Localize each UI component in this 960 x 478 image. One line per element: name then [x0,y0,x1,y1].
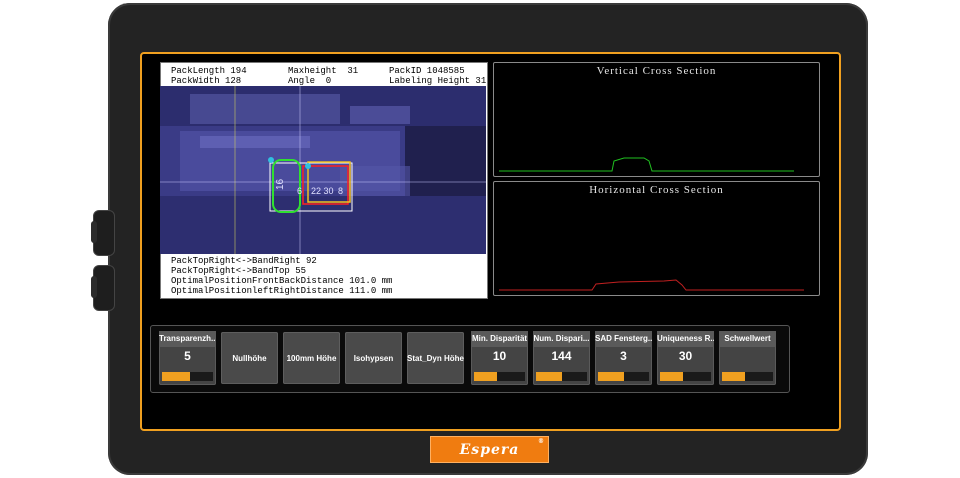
info-line-1: PackTopRight<->BandRight 92 [171,256,317,266]
100mm-hoehe-button[interactable]: 100mm Höhe [283,332,340,384]
overlay-orange: 8 [338,186,343,196]
slider-fill [536,372,562,381]
brand-logo-text: Espera [459,441,520,458]
isohypsen-button[interactable]: Isohypsen [345,332,402,384]
slider-label: Schwellwert [719,331,776,347]
slider-fill [474,372,497,381]
nullhoehe-button[interactable]: Nullhöhe [221,332,278,384]
slider-value: 5 [184,349,191,363]
registered-mark: ® [538,438,545,445]
info-line-3: OptimalPositionFrontBackDistance 101.0 m… [171,276,393,286]
overlay-red: 22 30 [311,186,334,196]
pack-id: PackID 1048585 [389,66,465,76]
slider-min-disparitaet[interactable]: Min. Disparität 10 [471,331,528,385]
pack-width: PackWidth 128 [171,76,242,86]
slider-track[interactable] [660,372,711,381]
info-line-2: PackTopRight<->BandTop 55 [171,266,307,276]
slider-label: SAD Fensterg... [595,331,652,347]
slider-fill [722,372,745,381]
slider-sad-fenster[interactable]: SAD Fensterg... 3 [595,331,652,385]
camera-image: 16 6 22 30 8 [160,86,486,254]
slider-fill [598,372,624,381]
slider-track[interactable] [474,372,525,381]
slider-label: Uniqueness R... [657,331,714,347]
slider-schwellwert[interactable]: Schwellwert [719,331,776,385]
camera-view[interactable]: 16 6 22 30 8 [160,86,486,254]
slider-label: Transparenzh... [159,331,216,347]
slider-track[interactable] [162,372,213,381]
slider-track[interactable] [598,372,649,381]
horizontal-cross-section-graph: Horizontal Cross Section [493,181,820,296]
vertical-cross-section-graph: Vertical Cross Section [493,62,820,177]
slider-num-disparitaet[interactable]: Num. Dispari... 144 [533,331,590,385]
overlay-green-a: 16 [275,178,286,190]
slider-label: Min. Disparität [471,331,528,347]
slider-track[interactable] [536,372,587,381]
connector-knob-bottom [91,265,115,311]
slider-fill [162,372,191,381]
slider-value: 144 [551,349,572,363]
slider-track[interactable] [722,372,773,381]
horizontal-profile [499,279,804,291]
slider-value: 10 [492,349,507,363]
slider-label: Num. Dispari... [533,331,590,347]
connector-knob-top [91,210,115,256]
slider-value: 30 [678,349,693,363]
vertical-profile [499,157,794,172]
labeling-height: Labeling Height 31 [389,76,487,86]
max-height: Maxheight 31 [288,66,359,76]
slider-transparenz[interactable]: Transparenzh... 5 [159,331,216,385]
brand-logo: Espera ® [430,436,549,463]
slider-uniqueness[interactable]: Uniqueness R... 30 [657,331,714,385]
overlay-green-b: 6 [297,186,302,196]
stat-dyn-hoehe-button[interactable]: Stat_Dyn Höhe [407,332,464,384]
slider-fill [660,372,683,381]
angle: Angle 0 [288,76,332,86]
slider-value: 3 [620,349,627,363]
pack-length: PackLength 194 [171,66,247,76]
info-line-4: OptimalPositionleftRightDistance 111.0 m… [171,286,393,296]
